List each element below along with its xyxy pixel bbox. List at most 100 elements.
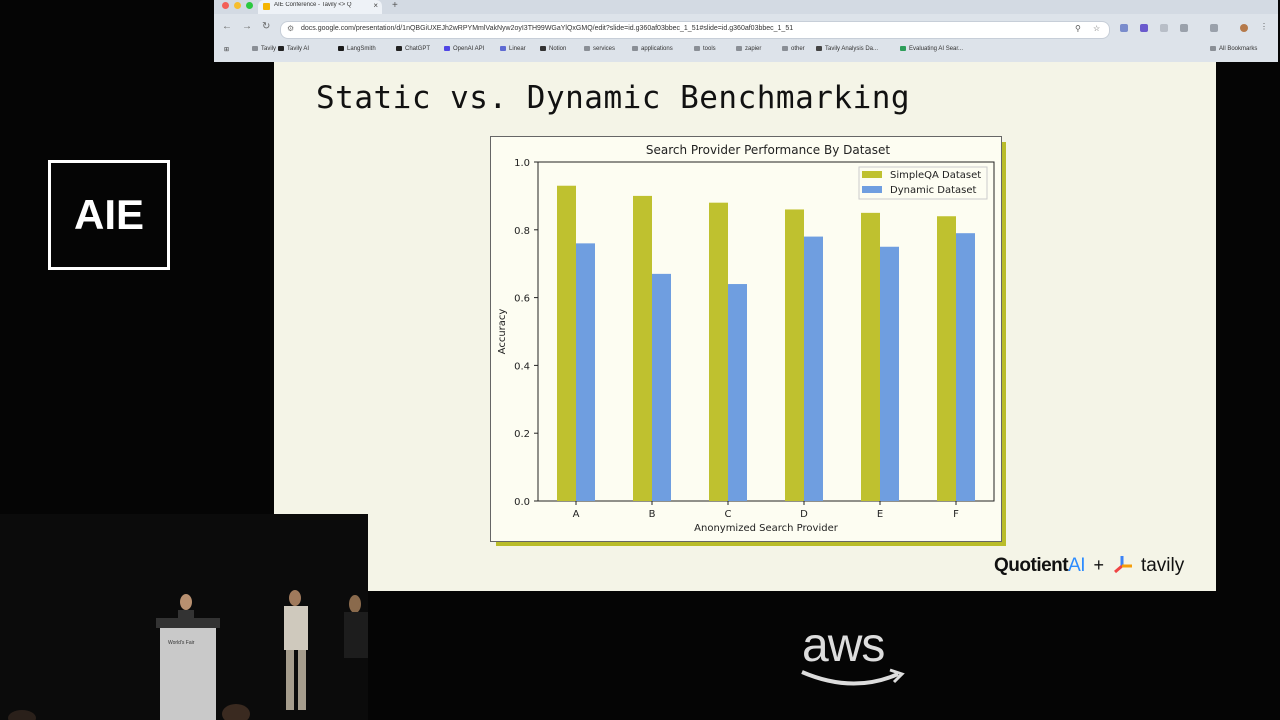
address-bar[interactable]: ⚙ docs.google.com/presentation/d/1nQBGiU…	[280, 21, 1110, 39]
new-tab-icon[interactable]: +	[392, 0, 398, 11]
legend-label: SimpleQA Dataset	[890, 170, 981, 181]
all-bookmarks-label: All Bookmarks	[1219, 46, 1258, 52]
sheets-icon	[900, 46, 906, 51]
tab-active[interactable]: AIE Conference - Tavily <> Q ×	[258, 0, 382, 14]
tab-close-icon[interactable]: ×	[373, 1, 378, 10]
bookmark-item[interactable]: LangSmith	[338, 46, 376, 52]
folder-icon	[782, 46, 788, 51]
bookmark-label: services	[593, 46, 616, 52]
aws-logo: aws	[801, 618, 905, 686]
y-tick-label: 1.0	[514, 158, 530, 169]
x-tick-label: E	[877, 509, 883, 520]
tab-strip: AIE Conference - Tavily <> Q × +	[214, 0, 1278, 14]
close-window-icon[interactable]	[222, 2, 229, 9]
menu-kebab-icon[interactable]: ⋮	[1260, 22, 1268, 31]
stage-camera-inset: World's Fair	[0, 514, 368, 720]
aie-logo: AIE	[48, 160, 170, 270]
bookmark-label: Tavily	[261, 46, 277, 52]
bar-simpleqa-E	[861, 212, 880, 501]
bar-dynamic-B	[652, 273, 671, 501]
bookmark-label: applications	[641, 46, 673, 52]
bookmark-item[interactable]: ChatGPT	[396, 46, 430, 52]
folder-icon	[632, 46, 638, 51]
extension-icon[interactable]	[1120, 24, 1128, 32]
x-tick-label: D	[800, 509, 808, 520]
plot-area	[537, 161, 995, 502]
tavily-wordmark: tavily	[1140, 555, 1185, 576]
bar-chart: Search Provider Performance By Dataset 0.…	[497, 143, 995, 534]
bookmarks-bar: ⊞ All Bookmarks Tavily Tavily AI LangSmith…	[214, 44, 1278, 58]
slide-title: Static vs. Dynamic Benchmarking	[316, 80, 911, 116]
x-tick-label: C	[725, 509, 732, 520]
bookmark-item[interactable]: Linear	[500, 46, 526, 52]
bookmark-item[interactable]: zapier	[736, 46, 761, 52]
extensions-puzzle-icon[interactable]	[1180, 24, 1188, 32]
bookmark-label: other	[791, 46, 805, 52]
tavily-icon	[278, 46, 284, 51]
back-icon[interactable]: ←	[222, 21, 232, 32]
bookmark-label: Notion	[549, 46, 567, 52]
y-tick-label: 0.6	[514, 294, 530, 305]
bookmark-label: Linear	[509, 46, 526, 52]
bookmark-item[interactable]: OpenAI API	[444, 46, 484, 52]
bar-simpleqa-D	[785, 209, 804, 501]
zoom-icon[interactable]: ⚲	[1075, 24, 1081, 33]
slides-favicon-icon	[263, 3, 270, 10]
quotient-ai-wordmark: AI	[1068, 555, 1086, 576]
bookmark-star-icon[interactable]: ☆	[1093, 24, 1100, 33]
bar-simpleqa-C	[709, 202, 728, 501]
podium-label: World's Fair	[168, 640, 195, 646]
bookmark-item[interactable]: Tavily	[252, 46, 276, 52]
url-text: docs.google.com/presentation/d/1nQBGiUXE…	[301, 25, 794, 32]
forward-icon[interactable]: →	[242, 21, 252, 32]
folder-icon	[736, 46, 742, 51]
logo-plus: +	[1093, 555, 1105, 575]
sidepanel-icon[interactable]	[1210, 24, 1218, 32]
langsmith-icon	[338, 46, 344, 51]
openai-icon	[444, 46, 450, 51]
slide: Static vs. Dynamic Benchmarking Search P…	[274, 62, 1216, 591]
quotient-ai-logo: QuotientAI	[994, 555, 1086, 576]
maximize-window-icon[interactable]	[246, 2, 253, 9]
tavily-mark-icon	[1112, 554, 1134, 574]
bar-dynamic-C	[728, 284, 747, 501]
bookmark-item[interactable]: Evaluating AI Sear...	[900, 46, 963, 52]
site-info-icon[interactable]: ⚙	[287, 24, 294, 33]
y-tick-label: 0.8	[514, 226, 530, 237]
bookmark-label: LangSmith	[347, 46, 376, 52]
extension-icon[interactable]	[1160, 24, 1168, 32]
bar-simpleqa-B	[633, 195, 652, 501]
all-bookmarks[interactable]: All Bookmarks	[1210, 46, 1257, 52]
x-axis-label: Anonymized Search Provider	[694, 523, 839, 534]
x-tick-label: A	[573, 509, 580, 520]
bookmark-label: ChatGPT	[405, 46, 431, 52]
bookmark-item[interactable]: services	[584, 46, 615, 52]
apps-grid-icon[interactable]: ⊞	[224, 46, 229, 53]
chatgpt-icon	[396, 46, 402, 51]
chart-container: Search Provider Performance By Dataset 0.…	[490, 136, 1002, 542]
stage-scene	[0, 514, 368, 720]
linear-icon	[500, 46, 506, 51]
extension-icon[interactable]	[1140, 24, 1148, 32]
minimize-window-icon[interactable]	[234, 2, 241, 9]
bookmark-item[interactable]: other	[782, 46, 805, 52]
bookmark-item[interactable]: Tavily Analysis Da...	[816, 46, 878, 52]
x-tick-label: B	[649, 509, 656, 520]
bookmark-item[interactable]: applications	[632, 46, 673, 52]
bookmark-item[interactable]: Notion	[540, 46, 566, 52]
bookmark-item[interactable]: tools	[694, 46, 716, 52]
partner-logos: QuotientAI + tavily	[994, 554, 1184, 577]
chart-title: Search Provider Performance By Dataset	[646, 143, 891, 157]
bar-simpleqa-A	[557, 185, 576, 502]
profile-avatar[interactable]	[1240, 24, 1248, 32]
legend-swatch	[862, 186, 882, 193]
reload-icon[interactable]: ↻	[262, 21, 270, 32]
quotient-wordmark: Quotient	[994, 555, 1069, 576]
bar-simpleqa-F	[937, 216, 956, 501]
bar-dynamic-F	[956, 233, 975, 501]
bookmark-item[interactable]: Tavily AI	[278, 46, 309, 52]
y-tick-label: 0.2	[514, 429, 530, 440]
aws-wordmark: aws	[802, 619, 885, 672]
bookmark-label: tools	[703, 46, 716, 52]
folder-icon	[252, 46, 258, 51]
